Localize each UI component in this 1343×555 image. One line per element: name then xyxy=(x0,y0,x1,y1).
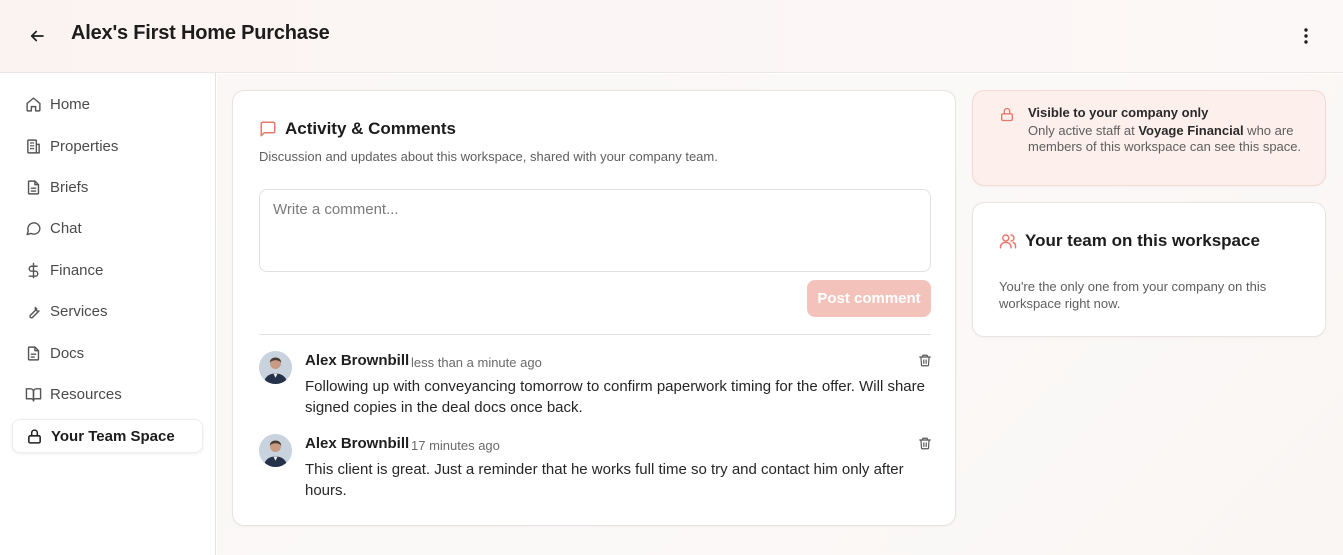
message-square-icon xyxy=(260,121,276,137)
activity-title: Activity & Comments xyxy=(285,119,456,138)
sidebar-item-label: Resources xyxy=(50,385,122,403)
trash-icon xyxy=(919,354,931,366)
avatar xyxy=(259,434,292,467)
building-icon xyxy=(24,137,42,155)
sidebar-item-chat[interactable]: Chat xyxy=(12,211,203,245)
chat-bubble-icon xyxy=(24,219,42,237)
activity-header: Activity & Comments xyxy=(259,119,456,139)
avatar xyxy=(259,351,292,384)
page-title: Alex's First Home Purchase xyxy=(71,22,330,44)
comment-input[interactable]: Write a comment... xyxy=(259,189,931,272)
post-comment-button[interactable]: Post comment xyxy=(807,280,931,317)
lock-icon xyxy=(999,106,1015,128)
divider xyxy=(259,334,931,335)
sidebar-item-docs[interactable]: Docs xyxy=(12,336,203,370)
file-text-icon xyxy=(24,178,42,196)
sidebar-item-resources[interactable]: Resources xyxy=(12,377,203,411)
activity-subtitle: Discussion and updates about this worksp… xyxy=(259,149,718,164)
app-root: Alex's First Home Purchase Home Properti… xyxy=(0,0,1343,555)
visibility-notice: Visible to your company only Only active… xyxy=(972,90,1326,186)
wrench-icon xyxy=(24,302,42,320)
team-title: Your team on this workspace xyxy=(1025,231,1260,250)
delete-comment-button[interactable] xyxy=(916,434,934,452)
team-header: Your team on this workspace xyxy=(999,231,1260,251)
visibility-body: Only active staff at Voyage Financial wh… xyxy=(1028,123,1318,155)
sidebar-item-label: Finance xyxy=(50,261,104,279)
comment-author: Alex Brownbill xyxy=(305,435,410,452)
comment-body: Following up with conveyancing tomorrow … xyxy=(305,378,925,416)
sidebar-item-label: Home xyxy=(50,95,91,113)
sidebar-item-finance[interactable]: Finance xyxy=(12,253,203,287)
sidebar-item-label: Services xyxy=(50,302,108,320)
more-vertical-icon xyxy=(1304,28,1308,44)
sidebar-item-home[interactable]: Home xyxy=(12,87,203,121)
back-button[interactable] xyxy=(22,21,52,51)
sidebar: Home Properties Briefs Chat Finance Serv… xyxy=(0,73,216,555)
sidebar-item-properties[interactable]: Properties xyxy=(12,129,203,163)
comment-timestamp: 17 minutes ago xyxy=(411,438,500,453)
more-options-button[interactable] xyxy=(1292,21,1320,51)
sidebar-item-label: Docs xyxy=(50,344,85,362)
arrow-left-icon xyxy=(30,30,44,42)
comment-author: Alex Brownbill xyxy=(305,352,410,369)
comment-timestamp: less than a minute ago xyxy=(411,355,542,370)
team-body: You're the only one from your company on… xyxy=(999,279,1267,311)
comment-body: This client is great. Just a reminder th… xyxy=(305,461,904,499)
sidebar-item-briefs[interactable]: Briefs xyxy=(12,170,203,204)
lock-icon xyxy=(25,427,43,445)
users-icon xyxy=(999,234,1017,249)
delete-comment-button[interactable] xyxy=(916,351,934,369)
document-icon xyxy=(24,344,42,362)
sidebar-item-services[interactable]: Services xyxy=(12,294,203,328)
dollar-icon xyxy=(24,261,42,279)
sidebar-item-label: Your Team Space xyxy=(51,427,175,445)
top-bar: Alex's First Home Purchase xyxy=(0,0,1343,73)
sidebar-item-label: Briefs xyxy=(50,178,89,196)
team-card: Your team on this workspace You're the o… xyxy=(972,202,1326,337)
book-open-icon xyxy=(24,385,42,403)
company-name: Voyage Financial xyxy=(1138,123,1244,138)
sidebar-item-label: Chat xyxy=(50,219,82,237)
visibility-title: Visible to your company only xyxy=(1028,105,1209,120)
sidebar-item-your-team-space[interactable]: Your Team Space xyxy=(12,419,203,453)
activity-comments-card: Activity & Comments Discussion and updat… xyxy=(232,90,956,526)
trash-icon xyxy=(919,437,931,449)
visibility-body-prefix: Only active staff at xyxy=(1028,123,1139,138)
sidebar-item-label: Properties xyxy=(50,137,119,155)
home-icon xyxy=(24,95,42,113)
